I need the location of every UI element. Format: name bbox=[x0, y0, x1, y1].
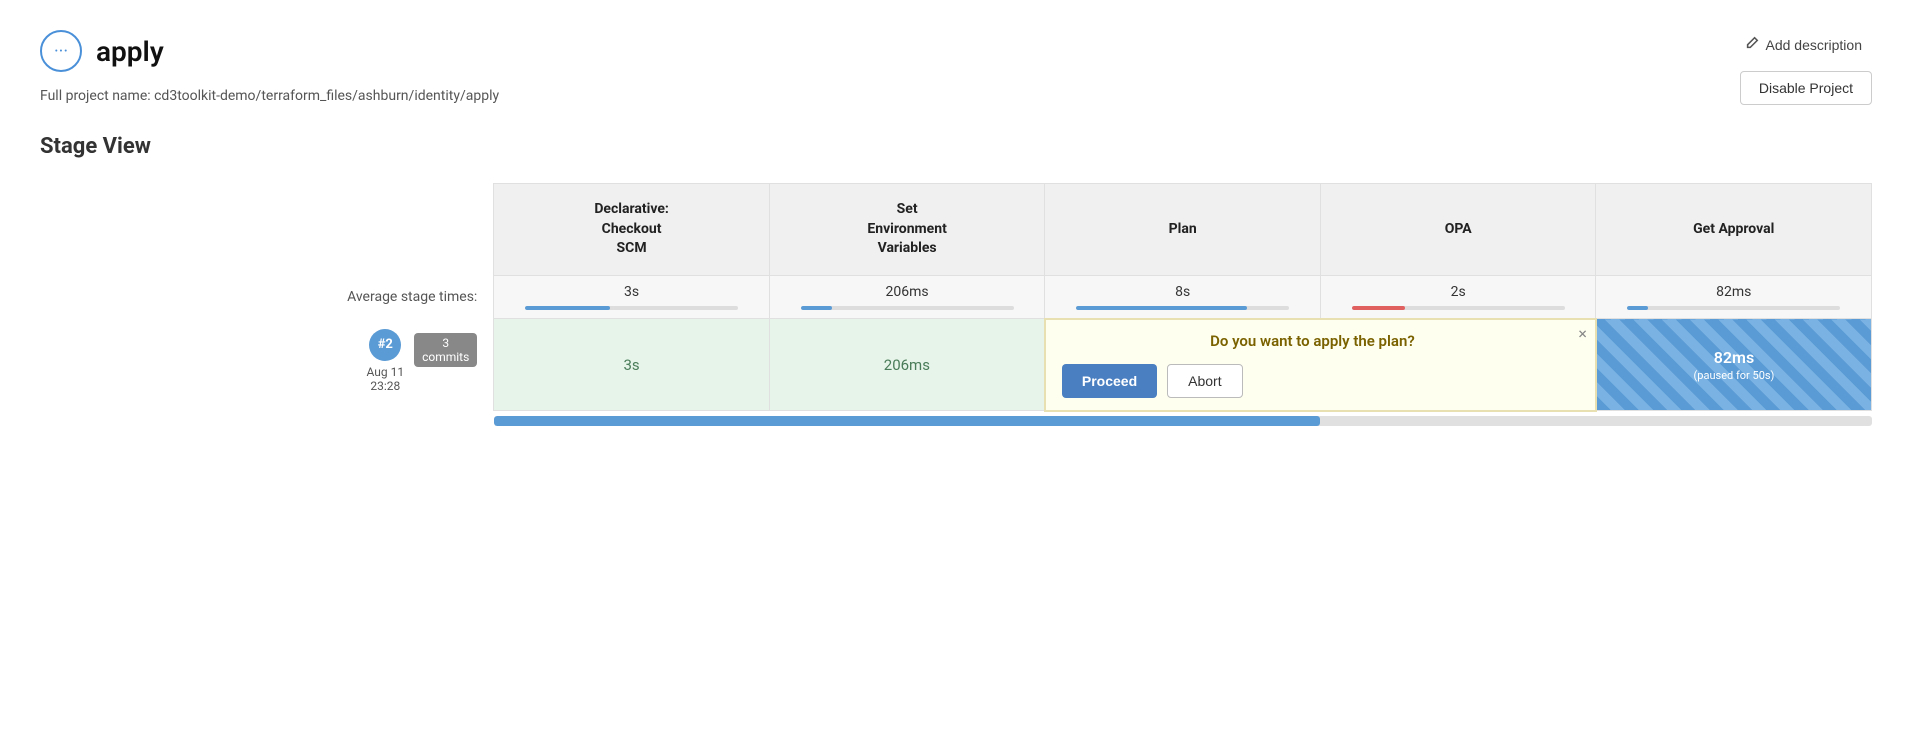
avg-declarative: 3s bbox=[494, 275, 770, 319]
stage-col-plan: Plan bbox=[1045, 184, 1321, 276]
paused-label: (paused for 50s) bbox=[1694, 369, 1775, 382]
full-project-name: Full project name: cd3toolkit-demo/terra… bbox=[40, 88, 1872, 104]
avg-get-approval: 82ms bbox=[1596, 275, 1872, 319]
avg-label: Average stage times: bbox=[40, 275, 494, 319]
scroll-bar-thumb bbox=[494, 416, 1321, 426]
stage-view-title: Stage View bbox=[40, 134, 1872, 159]
avg-set-env-value: 206ms bbox=[886, 284, 929, 300]
popup-close-button[interactable]: × bbox=[1578, 326, 1587, 342]
avg-plan-bar bbox=[1076, 306, 1289, 310]
abort-button[interactable]: Abort bbox=[1167, 364, 1242, 398]
scroll-bar-container[interactable] bbox=[494, 416, 1872, 426]
project-icon-label: ··· bbox=[54, 41, 68, 62]
project-icon: ··· bbox=[40, 30, 82, 72]
popup-question: Do you want to apply the plan? bbox=[1062, 332, 1579, 350]
avg-plan-value: 8s bbox=[1175, 284, 1190, 300]
project-header: ··· apply bbox=[40, 30, 1872, 72]
scroll-bar-row bbox=[40, 411, 1872, 430]
avg-get-approval-bar bbox=[1627, 306, 1840, 310]
top-actions: Add description Disable Project bbox=[1735, 30, 1872, 105]
add-description-button[interactable]: Add description bbox=[1735, 30, 1872, 59]
stage-col-opa: OPA bbox=[1320, 184, 1596, 276]
stage-col-get-approval: Get Approval bbox=[1596, 184, 1872, 276]
build-cell-plan-popup: × Do you want to apply the plan? Proceed… bbox=[1045, 319, 1596, 411]
avg-opa: 2s bbox=[1320, 275, 1596, 319]
build-date: Aug 1123:28 bbox=[367, 365, 405, 393]
paused-time: 82ms bbox=[1714, 348, 1754, 367]
build-set-env-value: 206ms bbox=[884, 356, 930, 374]
popup-actions: Proceed Abort bbox=[1062, 364, 1579, 398]
avg-opa-fill bbox=[1352, 306, 1405, 310]
page-wrapper: Add description Disable Project ··· appl… bbox=[0, 0, 1912, 460]
scroll-bar-empty bbox=[40, 411, 494, 430]
header-empty-cell bbox=[40, 184, 494, 276]
avg-declarative-bar bbox=[525, 306, 738, 310]
build-row-2: #2 Aug 1123:28 3commits 3s 206ms bbox=[40, 319, 1872, 411]
scroll-bar-cell[interactable] bbox=[494, 411, 1872, 430]
build-cell-set-env[interactable]: 206ms bbox=[769, 319, 1045, 411]
stage-header-row: Declarative:CheckoutSCM SetEnvironmentVa… bbox=[40, 184, 1872, 276]
avg-opa-bar bbox=[1352, 306, 1565, 310]
pencil-icon bbox=[1745, 36, 1759, 53]
project-title: apply bbox=[96, 35, 164, 68]
avg-set-env: 206ms bbox=[769, 275, 1045, 319]
avg-set-env-bar bbox=[801, 306, 1014, 310]
proceed-button[interactable]: Proceed bbox=[1062, 364, 1157, 398]
build-cell-get-approval[interactable]: 82ms (paused for 50s) bbox=[1596, 319, 1872, 411]
stage-col-set-env: SetEnvironmentVariables bbox=[769, 184, 1045, 276]
avg-get-approval-value: 82ms bbox=[1716, 284, 1751, 300]
build-declarative-value: 3s bbox=[623, 356, 639, 374]
stage-table: Declarative:CheckoutSCM SetEnvironmentVa… bbox=[40, 183, 1872, 430]
avg-plan-fill bbox=[1076, 306, 1247, 310]
avg-get-approval-fill bbox=[1627, 306, 1648, 310]
avg-set-env-fill bbox=[801, 306, 833, 310]
paused-inner: 82ms (paused for 50s) bbox=[1601, 348, 1867, 382]
build-cell-declarative[interactable]: 3s bbox=[494, 319, 770, 411]
build-label-cell: #2 Aug 1123:28 3commits bbox=[40, 319, 494, 411]
avg-opa-value: 2s bbox=[1451, 284, 1466, 300]
avg-declarative-fill bbox=[525, 306, 610, 310]
build-badge[interactable]: #2 bbox=[369, 329, 401, 361]
avg-declarative-value: 3s bbox=[624, 284, 639, 300]
popup-content: × Do you want to apply the plan? Proceed… bbox=[1046, 320, 1595, 410]
disable-project-button[interactable]: Disable Project bbox=[1740, 71, 1872, 105]
average-times-row: Average stage times: 3s 206ms 8s bbox=[40, 275, 1872, 319]
add-description-label: Add description bbox=[1765, 37, 1862, 53]
stage-col-declarative: Declarative:CheckoutSCM bbox=[494, 184, 770, 276]
build-commits[interactable]: 3commits bbox=[414, 333, 477, 367]
avg-plan: 8s bbox=[1045, 275, 1321, 319]
